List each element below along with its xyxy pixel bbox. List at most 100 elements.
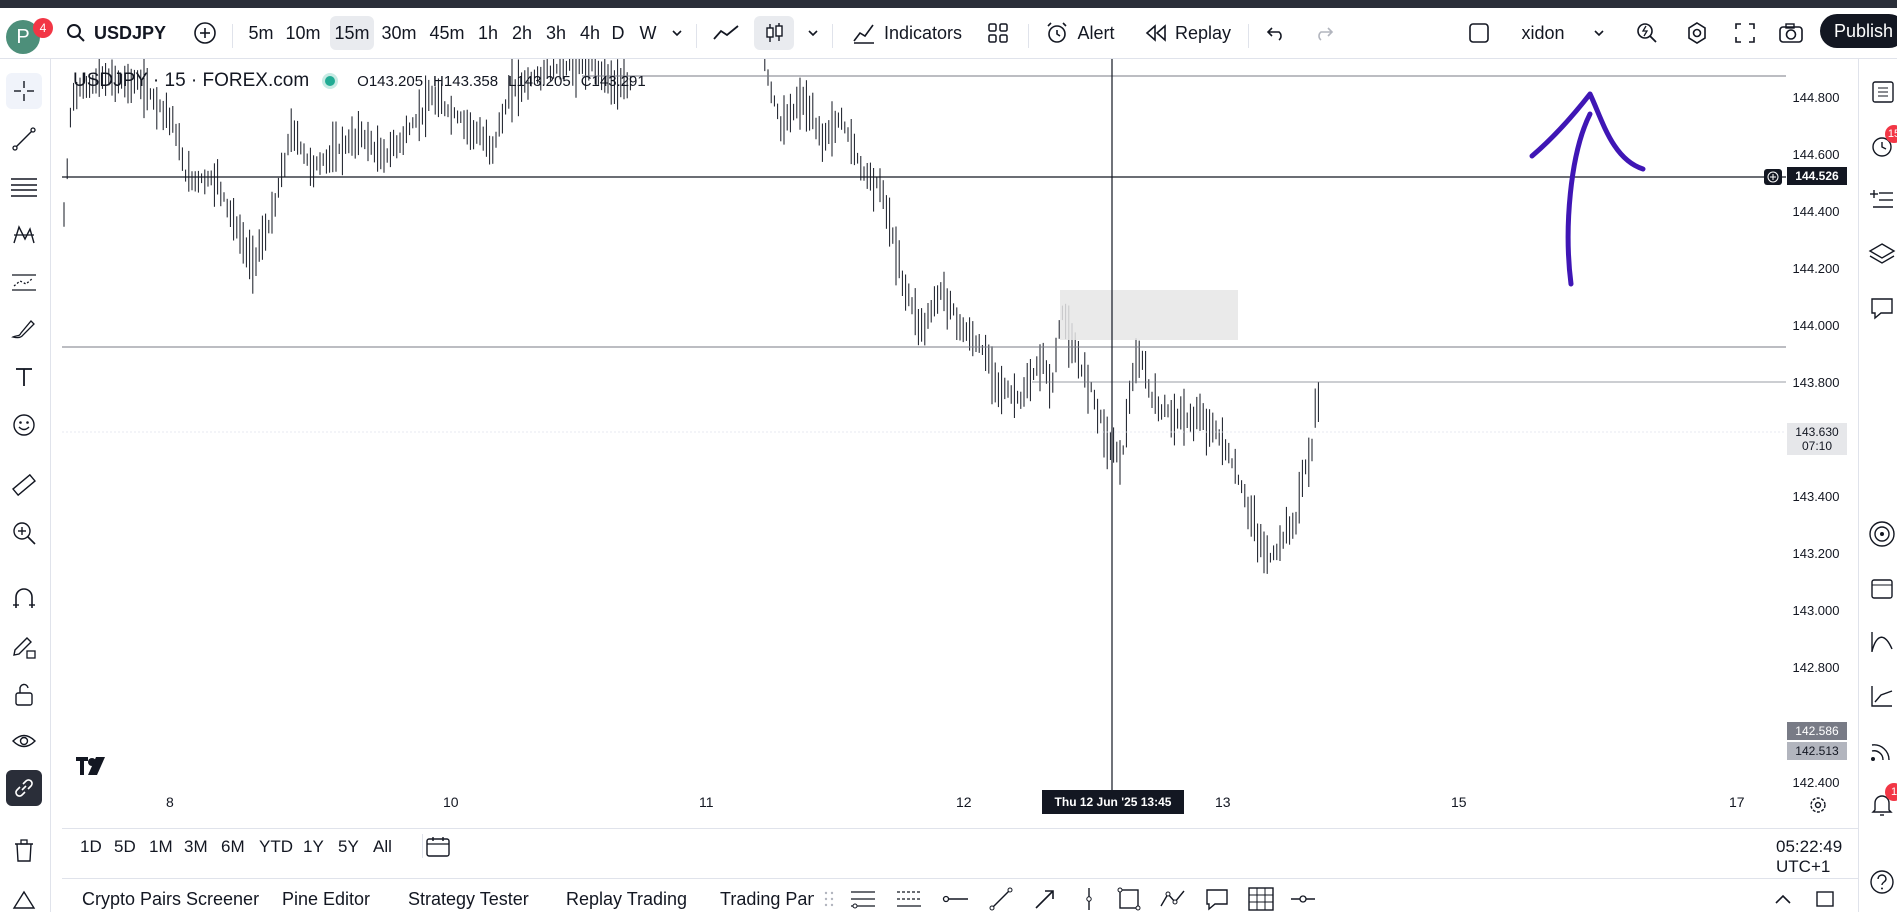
- scale-settings-button[interactable]: [1808, 795, 1828, 820]
- pattern-tool[interactable]: [6, 217, 42, 253]
- range-6m[interactable]: 6M: [221, 837, 245, 857]
- layers-button[interactable]: [1865, 237, 1897, 271]
- chart-type-candles-button[interactable]: [754, 16, 794, 50]
- range-5y[interactable]: 5Y: [338, 837, 359, 857]
- screeners-button[interactable]: [1865, 679, 1897, 713]
- price-label-a: 142.586: [1787, 722, 1847, 740]
- watchlist-button[interactable]: [1865, 75, 1897, 109]
- maximize-panel-button[interactable]: [1810, 885, 1840, 913]
- brush-tool[interactable]: [6, 311, 42, 347]
- text-tool[interactable]: [6, 359, 42, 395]
- arrow-line-icon[interactable]: [1030, 885, 1060, 913]
- comment-icon[interactable]: [1202, 885, 1232, 913]
- forecast-tool[interactable]: [6, 263, 42, 299]
- rewind-icon: [1145, 24, 1166, 42]
- interval-1h[interactable]: 1h: [472, 16, 504, 50]
- magnet-tool[interactable]: [6, 581, 42, 617]
- lock-drawings-tool[interactable]: [6, 677, 42, 713]
- zoom-tool[interactable]: [6, 515, 42, 551]
- select-layout-checkbox[interactable]: [1464, 16, 1494, 50]
- rectangle-icon[interactable]: [1114, 885, 1144, 913]
- layout-name[interactable]: xidon: [1510, 16, 1576, 50]
- range-ytd[interactable]: YTD: [259, 837, 293, 857]
- streams-button[interactable]: [1865, 625, 1897, 659]
- price-range-icon[interactable]: [1288, 885, 1318, 913]
- emoji-tool[interactable]: [6, 407, 42, 443]
- tab-crypto-pairs-screener[interactable]: Crypto Pairs Screener: [82, 889, 259, 910]
- interval-3h[interactable]: 3h: [540, 16, 572, 50]
- sync-drawings-tool[interactable]: [6, 770, 42, 806]
- undo-button[interactable]: [1260, 16, 1292, 50]
- publish-button[interactable]: Publish: [1820, 14, 1897, 48]
- signal-button[interactable]: [1865, 733, 1897, 767]
- settings-button[interactable]: [1680, 16, 1714, 50]
- path-icon[interactable]: [1158, 885, 1188, 913]
- chart-type-dropdown[interactable]: [802, 16, 824, 50]
- horizontal-ray-icon[interactable]: [940, 885, 970, 913]
- fib-extension-icon[interactable]: [894, 885, 924, 913]
- price-chart[interactable]: [62, 59, 1786, 790]
- interval-15m[interactable]: 15m: [330, 16, 374, 50]
- chart-legend: USDJPY · 15 · FOREX.com O143.205 H143.35…: [73, 70, 646, 92]
- price-tick: 144.200: [1792, 261, 1840, 276]
- interval-30m[interactable]: 30m: [378, 16, 420, 50]
- data-window-button[interactable]: [1865, 183, 1897, 217]
- range-all[interactable]: All: [373, 837, 392, 857]
- zone-rectangle[interactable]: [1060, 290, 1238, 340]
- utc-clock[interactable]: 05:22:49 UTC+1: [1776, 837, 1858, 877]
- redo-button[interactable]: [1308, 16, 1340, 50]
- replay-button[interactable]: Replay: [1140, 16, 1236, 50]
- interval-d[interactable]: D: [606, 16, 630, 50]
- help-button[interactable]: [1865, 865, 1897, 899]
- compare-symbol-button[interactable]: [188, 16, 222, 50]
- hide-drawings-tool[interactable]: [6, 723, 42, 759]
- square-icon: [1469, 23, 1489, 43]
- interval-w[interactable]: W: [634, 16, 662, 50]
- calendar-panel-button[interactable]: [1865, 571, 1897, 605]
- range-3m[interactable]: 3M: [184, 837, 208, 857]
- tab-pine-editor[interactable]: Pine Editor: [282, 889, 370, 910]
- toolbar-divider: [1248, 24, 1249, 48]
- interval-10m[interactable]: 10m: [282, 16, 324, 50]
- legend-symbol[interactable]: USDJPY · 15 · FOREX.com: [73, 70, 309, 92]
- quick-search-button[interactable]: [1630, 16, 1664, 50]
- range-1m[interactable]: 1M: [149, 837, 173, 857]
- chart-type-line-button[interactable]: [708, 16, 744, 50]
- fullscreen-button[interactable]: [1728, 16, 1762, 50]
- tab-trading-panel[interactable]: Trading Pane: [720, 889, 816, 910]
- interval-4h[interactable]: 4h: [574, 16, 606, 50]
- symbol-search-button[interactable]: USDJPY: [66, 16, 166, 50]
- layout-templates-button[interactable]: [982, 16, 1014, 50]
- trend-line-icon[interactable]: [986, 885, 1016, 913]
- remove-drawings-tool[interactable]: [6, 833, 42, 869]
- grid-table-icon[interactable]: [1246, 885, 1276, 913]
- keep-drawing-tool[interactable]: [6, 629, 42, 665]
- text-icon: [16, 368, 32, 386]
- go-to-date-button[interactable]: [424, 835, 452, 864]
- tab-replay-trading[interactable]: Replay Trading: [566, 889, 687, 910]
- alert-button[interactable]: Alert: [1040, 16, 1120, 50]
- time-scale[interactable]: 8 10 11 12 13 15 17: [62, 790, 1786, 820]
- fib-tool[interactable]: [6, 169, 42, 205]
- interval-dropdown[interactable]: [666, 16, 688, 50]
- indicators-button[interactable]: Indicators: [848, 16, 966, 50]
- chats-button[interactable]: [1865, 291, 1897, 325]
- interval-45m[interactable]: 45m: [426, 16, 468, 50]
- interval-2h[interactable]: 2h: [506, 16, 538, 50]
- collapse-panel-button[interactable]: [1768, 885, 1798, 913]
- vertical-line-icon[interactable]: [1074, 885, 1104, 913]
- tab-strategy-tester[interactable]: Strategy Tester: [408, 889, 529, 910]
- range-5d[interactable]: 5D: [114, 837, 136, 857]
- range-1d[interactable]: 1D: [80, 837, 102, 857]
- snapshot-button[interactable]: [1774, 16, 1808, 50]
- measure-tool[interactable]: [6, 467, 42, 503]
- crosshair-price-plus[interactable]: [1764, 169, 1782, 185]
- trend-line-tool[interactable]: [6, 121, 42, 157]
- ideas-button[interactable]: [1865, 517, 1897, 551]
- drag-handle-icon[interactable]: [814, 885, 844, 913]
- interval-5m[interactable]: 5m: [244, 16, 278, 50]
- layout-dropdown[interactable]: [1588, 16, 1610, 50]
- fib-retracement-icon[interactable]: [848, 885, 878, 913]
- crosshair-tool[interactable]: [6, 73, 42, 109]
- range-1y[interactable]: 1Y: [303, 837, 324, 857]
